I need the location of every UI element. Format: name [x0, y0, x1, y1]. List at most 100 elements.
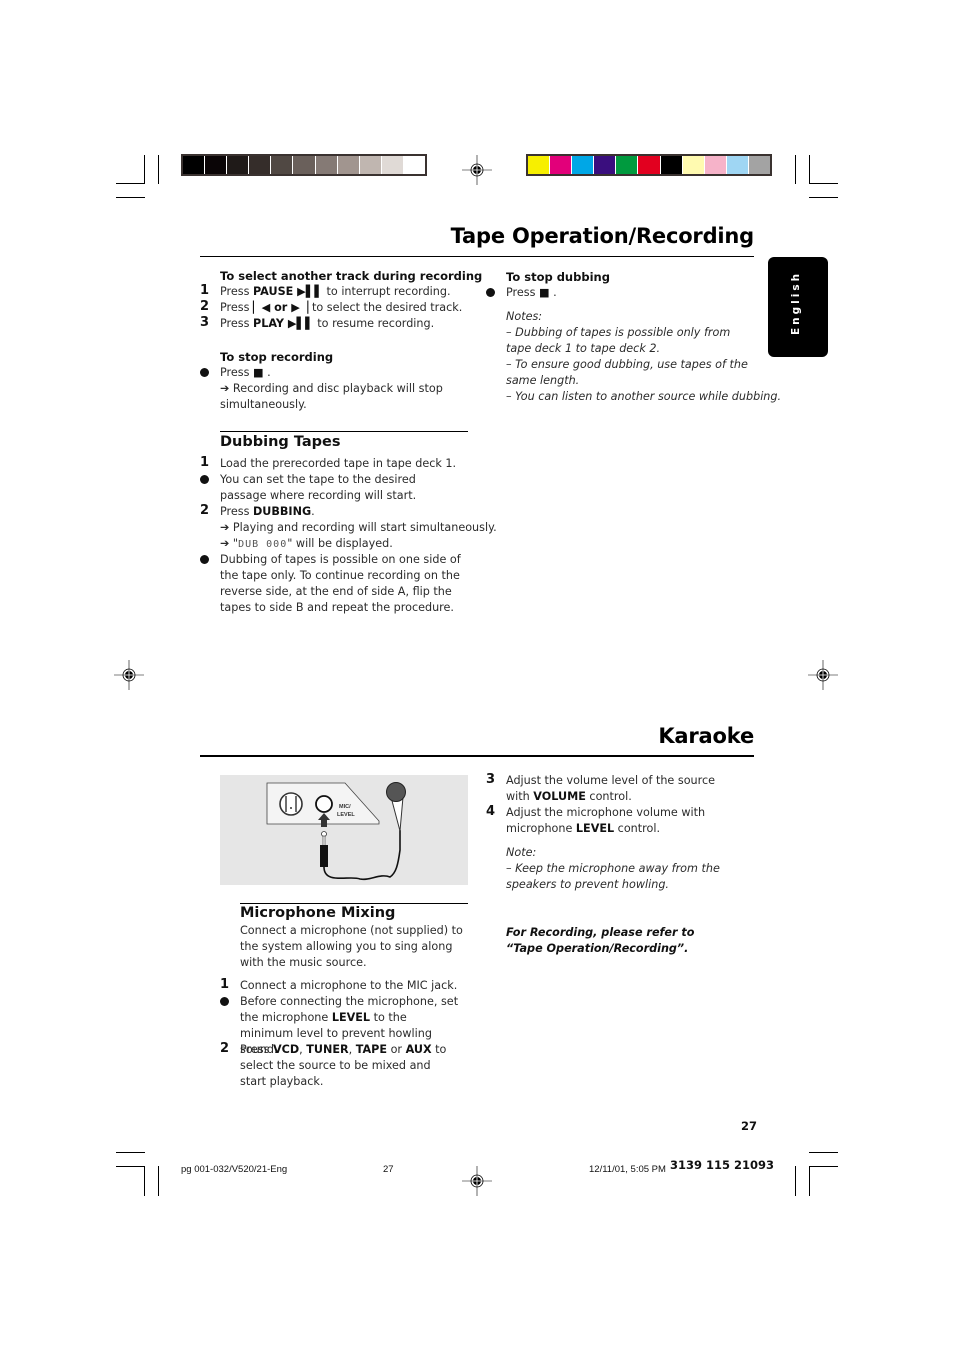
dubbing-bullet-1: You can set the tape to the desired pass…	[220, 473, 417, 502]
subheading-select-track: To select another track during recording	[220, 269, 483, 283]
grayscale-calibration-bar	[181, 154, 427, 176]
stop-recording-result: ➔ Recording and disc playback will stop …	[220, 382, 443, 411]
step-text: Press PAUSE ▶▌▌ to interrupt recording.	[220, 285, 451, 298]
crop-mark	[116, 197, 145, 198]
lcd-display-text: DUB 000	[238, 539, 288, 550]
step-number: 2	[200, 299, 210, 314]
calibration-swatch	[528, 156, 550, 174]
subheading-stop-dubbing: To stop dubbing	[506, 270, 610, 284]
play-key: PLAY ▶▌▌	[253, 317, 314, 330]
registration-mark-icon	[808, 660, 838, 690]
footer-page: 27	[383, 1164, 394, 1175]
dubbing-step-1: Load the prerecorded tape in tape deck 1…	[220, 457, 457, 470]
step-text: Press PLAY ▶▌▌ to resume recording.	[220, 317, 435, 330]
calibration-swatch	[227, 156, 249, 174]
language-tab: English	[768, 257, 828, 357]
step-number: 2	[220, 1041, 230, 1056]
crop-mark	[795, 155, 796, 184]
calibration-swatch	[403, 156, 426, 174]
crop-mark	[158, 155, 159, 184]
footer-datetime: 12/11/01, 5:05 PM	[589, 1164, 666, 1175]
stop-icon: ■	[253, 366, 264, 379]
crop-mark	[809, 1166, 838, 1167]
calibration-swatch	[726, 156, 748, 174]
calibration-swatch	[205, 156, 227, 174]
bullet-icon	[486, 288, 495, 297]
calibration-swatch	[381, 156, 403, 174]
dubbing-key: DUBBING	[253, 505, 312, 518]
dubbing-step-2: Press DUBBING.	[220, 505, 315, 518]
crop-mark	[795, 1166, 796, 1196]
registration-mark-icon	[462, 155, 492, 185]
title-rule	[200, 755, 754, 757]
crop-mark	[809, 183, 838, 184]
dubbing-bullet-2: Dubbing of tapes is possible on one side…	[220, 553, 461, 614]
step-number: 3	[200, 315, 210, 330]
mic-jack-icon	[315, 795, 333, 813]
bullet-icon	[200, 475, 209, 484]
registration-mark-icon	[462, 1166, 492, 1196]
crop-mark	[116, 1152, 145, 1153]
mic-step-1: Connect a microphone to the MIC jack.	[240, 979, 458, 992]
registration-mark-icon	[114, 660, 144, 690]
stop-dubbing-text: Press ■ .	[506, 286, 557, 299]
step-number: 1	[220, 977, 230, 992]
calibration-swatch	[748, 156, 771, 174]
page-number: 27	[741, 1119, 758, 1133]
footer-file: pg 001-032/V520/21-Eng	[181, 1164, 288, 1175]
calibration-swatch	[359, 156, 381, 174]
heading-dubbing-tapes: Dubbing Tapes	[220, 434, 341, 450]
crop-mark	[809, 1166, 810, 1196]
calibration-swatch	[704, 156, 726, 174]
stop-recording-text: Press ■ .	[220, 366, 271, 379]
step-number: 2	[200, 503, 210, 518]
skip-keys: ▏◀ or ▶▕	[253, 301, 309, 314]
karaoke-step-4: Adjust the microphone volume with microp…	[506, 806, 706, 835]
calibration-swatch	[660, 156, 682, 174]
calibration-swatch	[638, 156, 660, 174]
crop-mark	[809, 1152, 838, 1153]
section-rule	[220, 431, 468, 432]
svg-text:LEVEL: LEVEL	[337, 812, 355, 818]
calibration-swatch	[616, 156, 638, 174]
microphone-connection-illustration: MIC/ LEVEL	[220, 775, 468, 885]
mic-step-2: Press VCD, TUNER, TAPE or AUX to select …	[240, 1043, 447, 1088]
subheading-stop-recording: To stop recording	[220, 350, 334, 364]
mic-mixing-intro: Connect a microphone (not supplied) to t…	[240, 924, 463, 969]
step-number: 1	[200, 455, 210, 470]
step-number: 4	[486, 804, 496, 819]
note-item: – To ensure good dubbing, use tapes of t…	[506, 358, 748, 387]
recording-reference: For Recording, please refer to “Tape Ope…	[506, 926, 695, 955]
section-title-tape-operation: Tape Operation/Recording	[450, 224, 755, 248]
note-label: Note:	[506, 846, 537, 859]
calibration-swatch	[682, 156, 704, 174]
calibration-swatch	[293, 156, 315, 174]
section-title-karaoke: Karaoke	[658, 724, 754, 748]
dubbing-result-2: ➔ "DUB 000" will be displayed.	[220, 537, 393, 550]
step-text: Press ▏◀ or ▶▕ to select the desired tra…	[220, 301, 463, 314]
footer-code: 3139 115 21093	[670, 1158, 775, 1172]
bullet-icon	[220, 997, 229, 1006]
svg-text:MIC/: MIC/	[339, 804, 351, 810]
dubbing-result-1: ➔ Playing and recording will start simul…	[220, 521, 497, 534]
title-rule	[200, 256, 754, 257]
calibration-swatch	[315, 156, 337, 174]
calibration-swatch	[249, 156, 271, 174]
calibration-swatch	[572, 156, 594, 174]
bullet-icon	[200, 555, 209, 564]
note-item: – Dubbing of tapes is possible only from…	[506, 326, 731, 355]
calibration-swatch	[183, 156, 205, 174]
calibration-swatch	[337, 156, 359, 174]
note-item: – You can listen to another source while…	[506, 390, 782, 403]
crop-mark	[116, 1166, 145, 1167]
crop-mark	[158, 1166, 159, 1196]
crop-mark	[116, 183, 145, 184]
bullet-icon	[200, 368, 209, 377]
calibration-swatch	[550, 156, 572, 174]
crop-mark	[144, 1166, 145, 1196]
crop-mark	[144, 155, 145, 184]
step-number: 3	[486, 772, 496, 787]
language-tab-label: English	[790, 270, 802, 335]
notes-label: Notes:	[506, 310, 543, 323]
level-knob-icon	[279, 792, 303, 816]
